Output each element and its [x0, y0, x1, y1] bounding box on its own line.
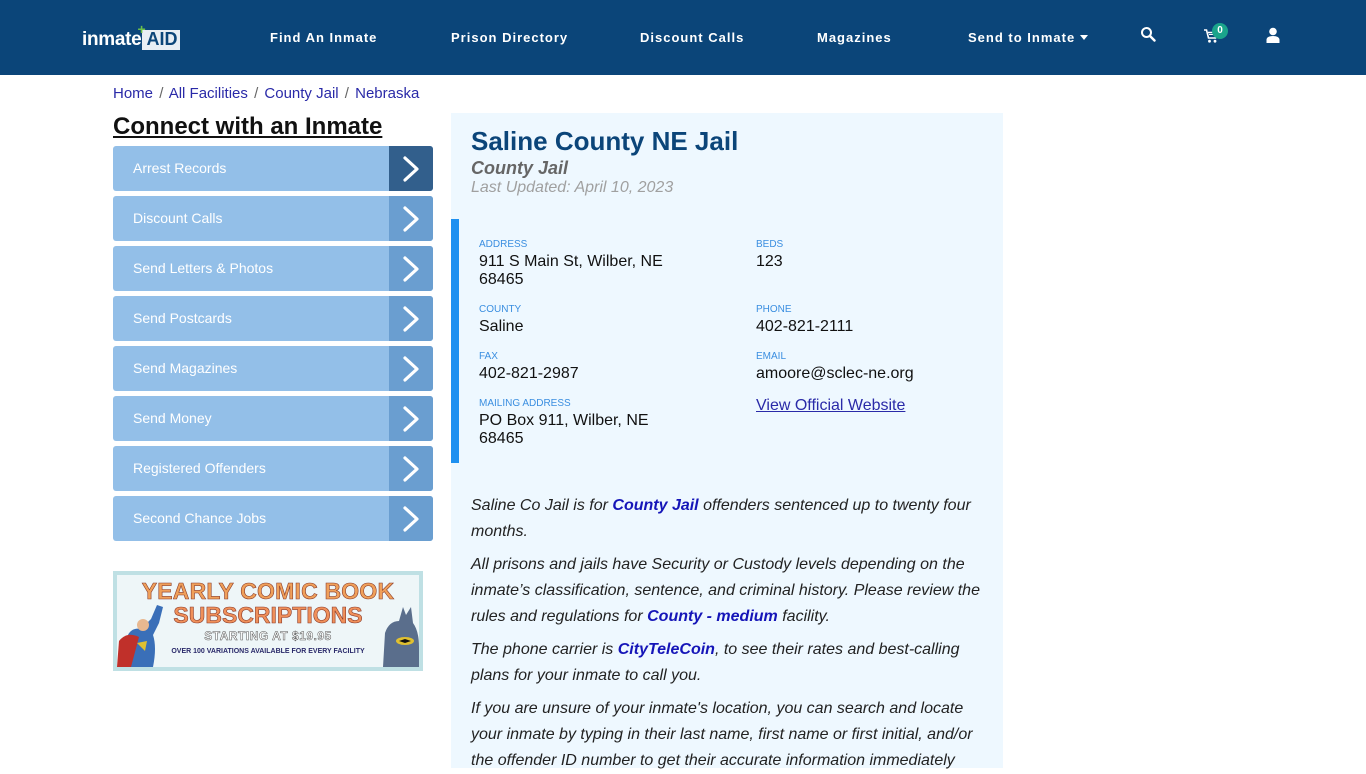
logo-accent: + AID: [137, 22, 181, 50]
field-beds: Beds 123: [756, 239, 783, 271]
banner-price: STARTING AT $19.95: [204, 629, 332, 644]
sidebar-item-label: Arrest Records: [133, 160, 227, 176]
facility-name: Saline County NE Jail: [471, 126, 739, 156]
chevron-right-icon: [389, 146, 433, 191]
breadcrumb-home[interactable]: Home: [113, 85, 153, 102]
official-website-field: View Official Website: [756, 397, 905, 415]
facility-type: County Jail: [471, 158, 569, 178]
chevron-right-icon: [389, 496, 433, 541]
nav-discount-calls[interactable]: Discount Calls: [640, 30, 744, 46]
breadcrumb-nebraska[interactable]: Nebraska: [355, 85, 419, 102]
sidebar-item-registered-offenders[interactable]: Registered Offenders: [113, 446, 433, 491]
chevron-right-icon: [389, 396, 433, 441]
sidebar-title: Connect with an Inmate: [113, 113, 383, 140]
search-button[interactable]: [1140, 26, 1160, 46]
cart-button[interactable]: 0: [1203, 23, 1228, 48]
field-label: Address: [479, 239, 528, 250]
nav-send-to-inmate[interactable]: Send to Inmate: [968, 30, 1089, 46]
field-value: amoore@sclec-ne.org: [756, 365, 914, 382]
sidebar-menu: Arrest Records Discount Calls Send Lette…: [113, 146, 433, 546]
view-official-website-link[interactable]: View Official Website: [756, 397, 905, 414]
caret-down-icon: [1080, 35, 1089, 40]
field-fax: Fax 402-821-2987: [479, 351, 579, 383]
breadcrumb-separator: /: [159, 85, 164, 102]
cart-count-badge: 0: [1212, 23, 1228, 39]
banner-headline: YEARLY COMIC BOOK: [141, 578, 395, 604]
field-value: PO Box 911, Wilber, NE 68465: [479, 412, 649, 447]
sidebar-item-send-money[interactable]: Send Money: [113, 396, 433, 441]
field-label: Beds: [756, 239, 784, 250]
security-level-link[interactable]: County - medium: [647, 608, 778, 625]
chevron-right-icon: [389, 196, 433, 241]
chevron-right-icon: [389, 246, 433, 291]
sidebar-item-send-postcards[interactable]: Send Postcards: [113, 296, 433, 341]
breadcrumb-separator: /: [344, 85, 349, 102]
phone-carrier-paragraph: The phone carrier is CityTeleCoin, to se…: [471, 641, 960, 684]
sidebar-item-label: Discount Calls: [133, 210, 223, 226]
phone-carrier-link[interactable]: CityTeleCoin: [618, 641, 715, 658]
field-label: Fax: [479, 351, 498, 362]
logo-plus-icon: +: [137, 21, 146, 37]
field-phone: Phone 402-821-2111: [756, 304, 853, 336]
info-accent-bar: [451, 219, 459, 463]
county-jail-link[interactable]: County Jail: [612, 497, 698, 514]
breadcrumb-all-facilities[interactable]: All Facilities: [169, 85, 248, 102]
breadcrumb-county-jail[interactable]: County Jail: [264, 85, 338, 102]
last-updated: Last Updated: April 10, 2023: [471, 179, 674, 196]
breadcrumb: Home / All Facilities / County Jail / Ne…: [113, 85, 419, 103]
nav-find-an-inmate[interactable]: Find An Inmate: [270, 30, 377, 46]
field-county: County Saline: [479, 304, 523, 336]
nav-prison-directory[interactable]: Prison Directory: [451, 30, 568, 46]
sidebar-item-arrest-records[interactable]: Arrest Records: [113, 146, 433, 191]
sidebar-item-label: Send Magazines: [133, 360, 238, 376]
logo-accent-text: AID: [146, 29, 178, 49]
nav-send-to-inmate-label: Send to Inmate: [968, 30, 1076, 45]
sidebar-item-label: Send Money: [133, 410, 212, 426]
field-value: 911 S Main St, Wilber, NE 68465: [479, 253, 663, 288]
inmateaid-logo[interactable]: inmate + AID: [82, 22, 181, 50]
chevron-right-icon: [389, 446, 433, 491]
field-address: Address 911 S Main St, Wilber, NE 68465: [479, 239, 663, 289]
chevron-right-icon: [389, 296, 433, 341]
field-value: 123: [756, 253, 783, 270]
field-label: Phone: [756, 304, 792, 315]
field-value: Saline: [479, 318, 524, 335]
user-icon: [1266, 27, 1280, 43]
sidebar-item-send-letters-photos[interactable]: Send Letters & Photos: [113, 246, 433, 291]
field-label: Email: [756, 351, 787, 362]
search-icon: [1141, 27, 1156, 42]
field-email: Email amoore@sclec-ne.org: [756, 351, 914, 383]
description-paragraph: Saline Co Jail is for County Jail offend…: [471, 497, 971, 540]
sidebar-item-label: Send Letters & Photos: [133, 260, 274, 276]
sidebar-item-second-chance-jobs[interactable]: Second Chance Jobs: [113, 496, 433, 541]
account-button[interactable]: [1266, 27, 1286, 47]
field-label: Mailing Address: [479, 398, 571, 409]
field-mailing-address: Mailing Address PO Box 911, Wilber, NE 68…: [479, 398, 649, 448]
sidebar-item-label: Second Chance Jobs: [133, 510, 267, 526]
sidebar-item-label: Registered Offenders: [133, 460, 266, 476]
security-paragraph: All prisons and jails have Security or C…: [471, 556, 980, 625]
sidebar-item-label: Send Postcards: [133, 310, 232, 326]
field-value: 402-821-2987: [479, 365, 579, 382]
breadcrumb-separator: /: [254, 85, 259, 102]
facility-panel: Saline County NE Jail County Jail Last U…: [451, 113, 1003, 769]
sidebar-item-send-magazines[interactable]: Send Magazines: [113, 346, 433, 391]
field-value: 402-821-2111: [756, 318, 854, 335]
chevron-right-icon: [389, 346, 433, 391]
nav-magazines[interactable]: Magazines: [817, 30, 892, 46]
comic-subscription-banner[interactable]: YEARLY COMIC BOOK SUBSCRIPTIONS STARTING…: [113, 571, 423, 671]
banner-subtext: OVER 100 VARIATIONS AVAILABLE FOR EVERY …: [171, 648, 365, 655]
sidebar-item-discount-calls[interactable]: Discount Calls: [113, 196, 433, 241]
inmate-search-paragraph: If you are unsure of your inmate's locat…: [471, 700, 973, 769]
top-navbar: inmate + AID Find An Inmate Prison Direct…: [0, 0, 1366, 75]
field-label: County: [479, 304, 522, 315]
banner-headline-2: SUBSCRIPTIONS: [173, 602, 363, 628]
logo-text: inmate: [82, 29, 142, 50]
